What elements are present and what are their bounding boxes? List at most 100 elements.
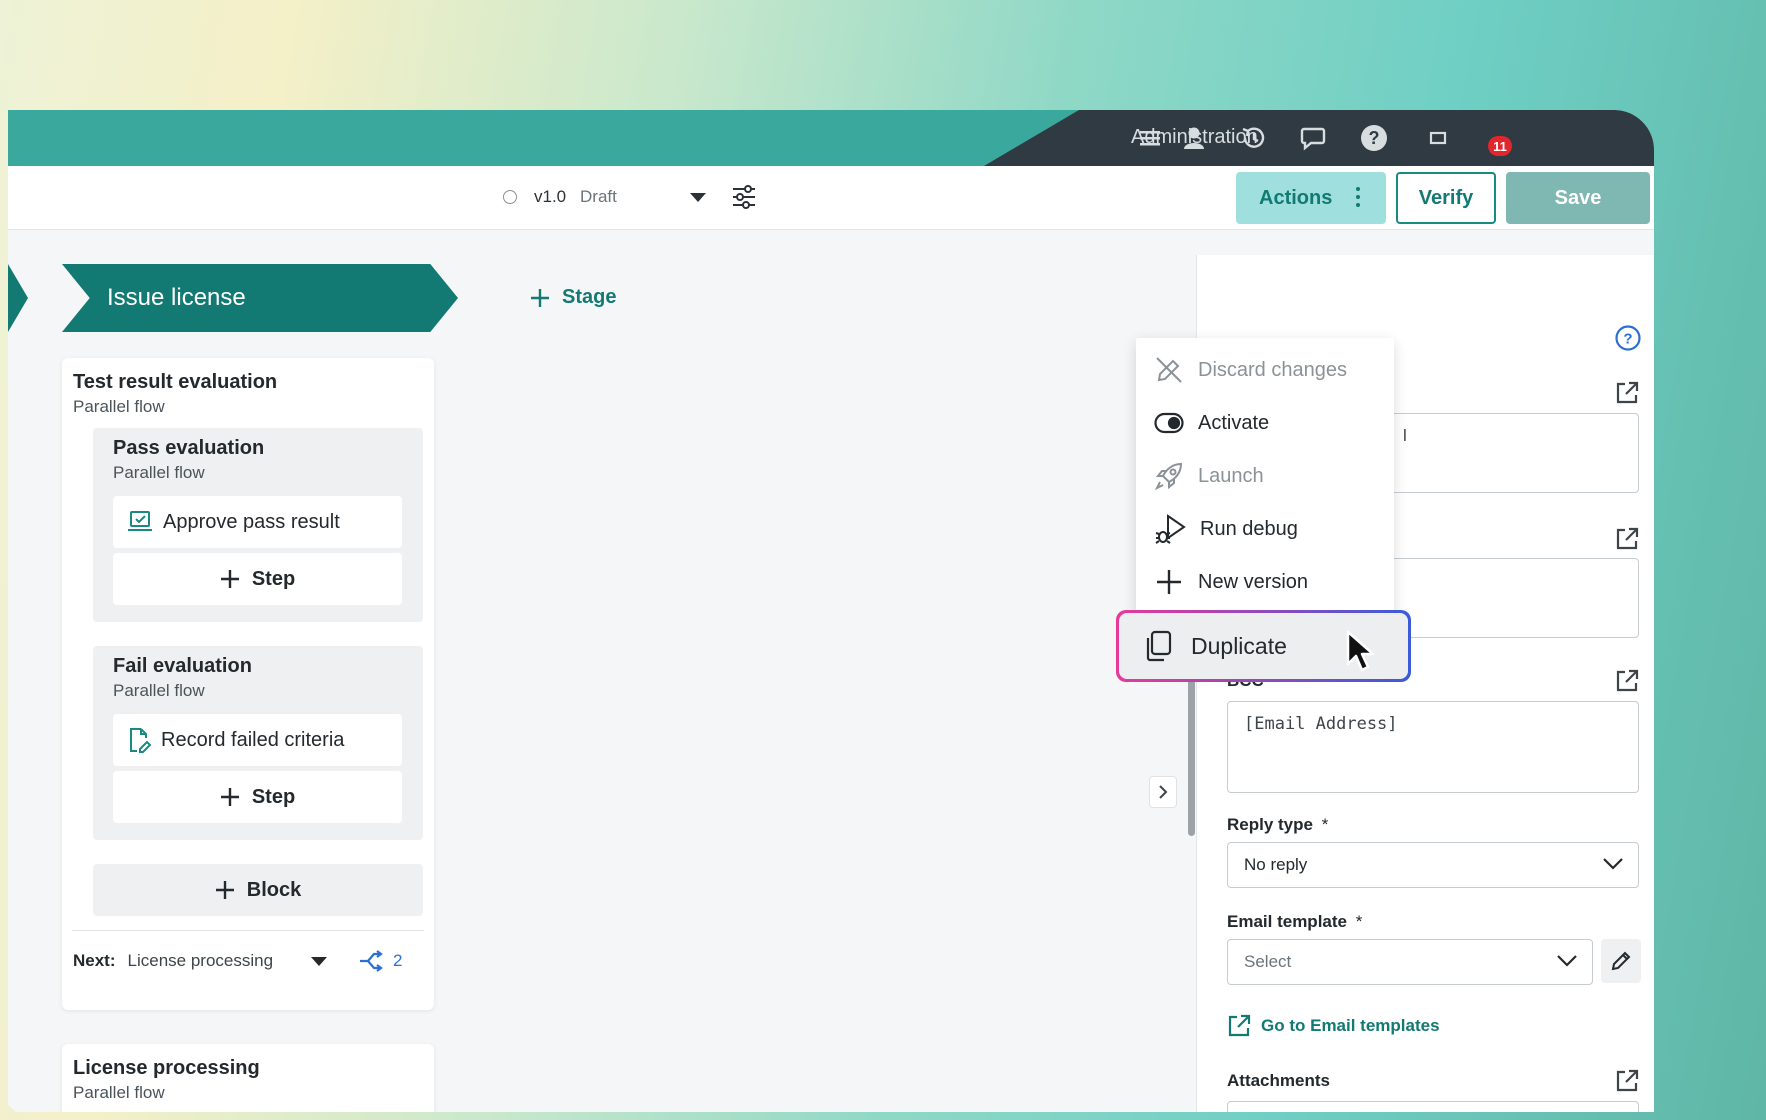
toggle-icon	[1154, 412, 1184, 434]
add-stage-label: Stage	[562, 286, 617, 308]
block-pass-evaluation[interactable]: Pass evaluation Parallel flow Approve pa…	[93, 428, 423, 622]
bcc-field[interactable]: [Email Address]	[1227, 701, 1639, 793]
notification-badge: 11	[1488, 136, 1512, 156]
add-step-label: Step	[251, 567, 296, 590]
card-title: License processing	[73, 1057, 260, 1079]
settings-sliders-icon[interactable]	[732, 184, 756, 215]
email-template-label-text: Email template	[1227, 912, 1347, 931]
email-template-select[interactable]: Select	[1227, 939, 1593, 985]
version-status: Draft	[580, 187, 617, 206]
card-subtitle: Parallel flow	[73, 1083, 165, 1102]
external-link-icon[interactable]	[1615, 669, 1639, 698]
block-title: Fail evaluation	[113, 655, 252, 677]
menu-item-label: Activate	[1198, 411, 1270, 434]
help-icon[interactable]: ?	[1358, 122, 1390, 154]
edit-template-button[interactable]	[1601, 939, 1641, 983]
version-number: v1.0	[534, 187, 567, 206]
version-dropdown-caret-icon[interactable]	[690, 193, 706, 202]
menu-item-label: New version	[1198, 570, 1309, 593]
menu-item-label: Launch	[1198, 464, 1264, 487]
pencil-icon	[1611, 951, 1631, 971]
actions-button-label: Actions	[1259, 186, 1333, 209]
branch-count[interactable]: 2	[393, 951, 402, 971]
step-approve-pass-result[interactable]: Approve pass result	[113, 496, 402, 548]
external-link-icon[interactable]	[1615, 527, 1639, 556]
reply-type-label: Reply type *	[1227, 815, 1328, 835]
chevron-right-icon	[1159, 785, 1168, 799]
next-stage-caret-icon[interactable]	[311, 956, 328, 966]
add-stage-button[interactable]: Stage	[530, 286, 616, 309]
reply-type-value: No reply	[1244, 855, 1308, 874]
plus-icon	[531, 288, 549, 307]
plus-icon	[220, 788, 239, 806]
menu-item-label: Discard changes	[1198, 358, 1347, 381]
block-title: Pass evaluation	[113, 437, 265, 459]
next-stage-row: Next: License processing 2	[73, 950, 403, 972]
email-template-label: Email template *	[1227, 912, 1362, 932]
menu-item-label: Duplicate	[1191, 632, 1287, 659]
top-nav-bar: Administration 11 ?	[8, 110, 1654, 166]
chevron-down-icon	[1603, 858, 1623, 870]
menu-item-discard-changes[interactable]: Discard changes	[1136, 344, 1394, 396]
menu-item-launch[interactable]: Launch	[1136, 450, 1394, 502]
pencil-off-icon	[1156, 357, 1182, 383]
chat-notifications-icon[interactable]	[1298, 122, 1330, 154]
svg-text:?: ?	[1369, 128, 1380, 148]
menu-item-new-version[interactable]: New version	[1136, 556, 1394, 608]
external-link-icon	[1228, 1014, 1251, 1037]
card-divider	[72, 930, 424, 931]
reply-type-label-text: Reply type	[1227, 815, 1313, 834]
add-block-button[interactable]: Block	[93, 864, 423, 916]
step-label: Approve pass result	[163, 510, 340, 533]
window-restore-icon[interactable]	[1422, 122, 1454, 154]
kebab-menu-icon	[1356, 187, 1360, 207]
add-block-label: Block	[246, 878, 302, 901]
user-icon[interactable]	[1178, 122, 1210, 154]
add-step-button[interactable]: Step	[113, 771, 402, 823]
previous-stage-arrow[interactable]	[8, 264, 28, 332]
plus-icon	[215, 881, 234, 899]
stage-card-license-processing[interactable]: License processing Parallel flow	[62, 1044, 434, 1112]
stage-card-test-result[interactable]: Test result evaluation Parallel flow Pas…	[62, 358, 434, 1010]
app-frame: Administration 11 ? v1.0	[0, 0, 1766, 1120]
external-link-icon[interactable]	[1615, 381, 1639, 410]
expand-panel-button[interactable]	[1149, 776, 1177, 808]
attachments-label: Attachments	[1227, 1071, 1330, 1090]
step-record-failed-criteria[interactable]: Record failed criteria	[113, 714, 402, 766]
next-label: Next:	[73, 951, 116, 970]
chevron-down-icon	[1557, 955, 1577, 967]
add-step-button[interactable]: Step	[113, 553, 402, 605]
copy-icon	[1146, 630, 1172, 662]
editor-toolbar: v1.0 Draft Actions Verify Save	[8, 166, 1654, 230]
block-subtitle: Parallel flow	[113, 681, 205, 700]
history-icon[interactable]	[1238, 122, 1270, 154]
block-subtitle: Parallel flow	[113, 463, 205, 482]
menu-item-activate[interactable]: Activate	[1136, 397, 1394, 449]
block-fail-evaluation[interactable]: Fail evaluation Parallel flow Record fai…	[93, 646, 423, 840]
verify-button[interactable]: Verify	[1396, 172, 1496, 224]
required-asterisk: *	[1355, 912, 1363, 931]
card-title: Test result evaluation	[73, 371, 278, 393]
step-label: Record failed criteria	[161, 728, 345, 751]
menu-item-run-debug[interactable]: Run debug	[1136, 503, 1394, 555]
attachments-field[interactable]	[1227, 1101, 1639, 1112]
email-template-placeholder: Select	[1244, 952, 1292, 971]
actions-button[interactable]: Actions	[1236, 172, 1386, 224]
branch-icon[interactable]	[359, 950, 383, 972]
next-stage-value[interactable]: License processing	[128, 951, 274, 971]
help-circle-icon[interactable]: ?	[1615, 325, 1641, 356]
external-link-icon[interactable]	[1615, 1069, 1639, 1098]
go-to-email-templates-link[interactable]: Go to Email templates	[1227, 1014, 1440, 1038]
document-edit-icon	[130, 728, 151, 753]
reply-type-select[interactable]: No reply	[1227, 842, 1639, 888]
hamburger-menu-icon[interactable]	[1134, 122, 1166, 154]
add-step-label: Step	[251, 785, 296, 808]
stage-issue-license[interactable]: Issue license	[62, 264, 458, 332]
bug-play-icon	[1155, 514, 1186, 544]
approval-task-icon	[128, 511, 152, 531]
plus-icon	[1157, 570, 1181, 594]
app-window: Administration 11 ? v1.0	[8, 110, 1654, 1112]
menu-item-label: Run debug	[1200, 517, 1298, 540]
save-button[interactable]: Save	[1506, 172, 1650, 224]
card-subtitle: Parallel flow	[73, 397, 165, 416]
